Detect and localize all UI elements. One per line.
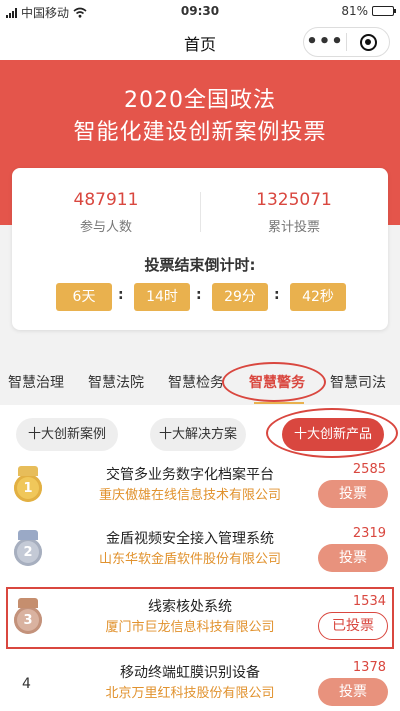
countdown-colon: : <box>274 287 280 303</box>
battery-icon <box>372 6 396 16</box>
category-solutions[interactable]: 十大解决方案 <box>150 418 246 451</box>
item-name: 交管多业务数字化档案平台 <box>106 467 274 483</box>
vote-count: 2319 <box>352 526 386 541</box>
mini-program-capsule: ••• <box>303 27 390 57</box>
tab-procuratorate[interactable]: 智慧检务 <box>168 372 224 392</box>
vote-button[interactable]: 投票 <box>318 678 388 706</box>
vote-button[interactable]: 投票 <box>318 480 388 508</box>
target-icon <box>359 33 377 51</box>
banner-title-line2: 智能化建设创新案例投票 <box>73 120 327 145</box>
countdown-minutes: 29分 <box>212 283 268 311</box>
gold-medal-icon: 1 <box>14 466 42 502</box>
countdown-days: 6天 <box>56 283 112 311</box>
domain-tabs: 智慧治理 智慧法院 智慧检务 智慧警务 智慧司法 <box>0 360 400 404</box>
battery-percent: 81% <box>341 4 368 18</box>
stat-label: 参与人数 <box>79 220 132 235</box>
active-tab-indicator <box>254 402 304 404</box>
list-item: 4 移动终端虹膜识别设备 北京万里红科技股份有限公司 1378 投票 <box>0 660 400 711</box>
item-name: 移动终端虹膜识别设备 <box>120 665 260 681</box>
rank-number: 4 <box>22 676 31 692</box>
list-item: 1 交管多业务数字化档案平台 重庆傲雄在线信息技术有限公司 2585 投票 <box>0 462 400 526</box>
countdown-seconds: 42秒 <box>290 283 346 311</box>
status-right: 81% <box>341 4 396 18</box>
list-item: 2 金盾视频安全接入管理系统 山东华软金盾软件股份有限公司 2319 投票 <box>0 526 400 590</box>
vote-count: 2585 <box>352 462 386 477</box>
close-target-button[interactable] <box>347 33 389 51</box>
item-company: 重庆傲雄在线信息技术有限公司 <box>98 488 281 503</box>
countdown-colon: : <box>196 287 202 303</box>
stat-participants: 487911 参与人数 <box>12 190 200 235</box>
rank-number: 1 <box>23 480 33 496</box>
category-cases[interactable]: 十大创新案例 <box>16 418 118 451</box>
stats-card: 487911 参与人数 1325071 累计投票 投票结束倒计时: 6天 : 1… <box>12 168 388 330</box>
tab-highlight-annotation <box>222 362 326 402</box>
rank-number: 2 <box>23 544 33 560</box>
stat-total-votes: 1325071 累计投票 <box>200 190 388 235</box>
status-bar: 中国移动 09:30 81% <box>0 0 400 22</box>
tab-justice[interactable]: 智慧司法 <box>330 372 386 392</box>
countdown-colon: : <box>118 287 124 303</box>
stat-value: 1325071 <box>256 190 332 210</box>
vote-button[interactable]: 投票 <box>318 544 388 572</box>
item-company: 山东华软金盾软件股份有限公司 <box>98 552 281 567</box>
nav-bar: 首页 ••• <box>0 22 400 60</box>
stat-value: 487911 <box>73 190 139 210</box>
stat-label: 累计投票 <box>267 220 320 235</box>
more-dots-icon[interactable]: ••• <box>304 29 346 55</box>
countdown-hours: 14时 <box>134 283 190 311</box>
tab-court[interactable]: 智慧法院 <box>88 372 144 392</box>
vote-count: 1378 <box>352 660 386 675</box>
silver-medal-icon: 2 <box>14 530 42 566</box>
item-name: 金盾视频安全接入管理系统 <box>106 531 274 547</box>
tab-governance[interactable]: 智慧治理 <box>8 372 64 392</box>
category-highlight-annotation <box>266 408 398 458</box>
row-highlight-annotation <box>6 587 394 649</box>
status-time: 09:30 <box>180 4 220 18</box>
banner-title-line1: 2020全国政法 <box>124 88 276 113</box>
countdown-title: 投票结束倒计时: <box>144 256 256 274</box>
item-company: 北京万里红科技股份有限公司 <box>105 686 275 701</box>
